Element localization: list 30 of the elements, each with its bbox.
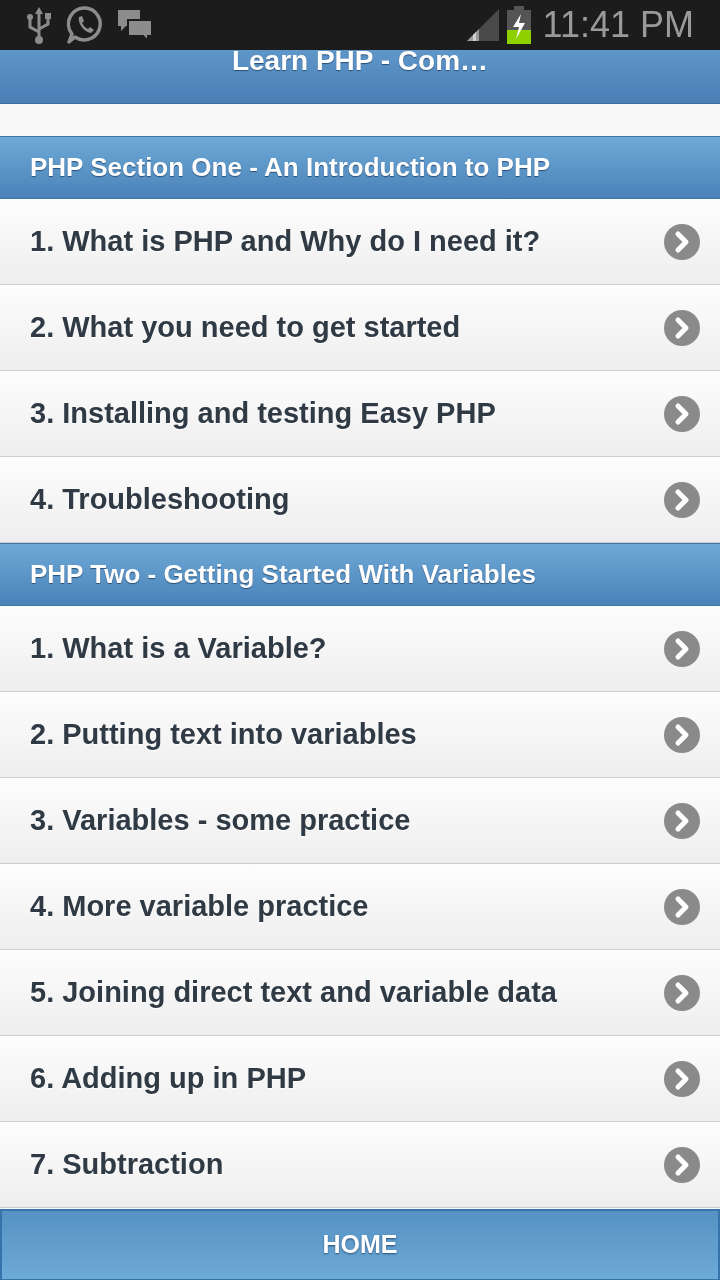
lesson-link[interactable]: 1. What is PHP and Why do I need it? xyxy=(0,199,720,285)
signal-icon xyxy=(466,9,499,41)
lesson-link[interactable]: 4. More variable practice xyxy=(0,864,720,950)
section-title: PHP Two - Getting Started With Variables xyxy=(30,558,536,591)
lesson-link[interactable]: 6. Adding up in PHP xyxy=(0,1036,720,1122)
header-title: Learn PHP - Com… xyxy=(231,50,489,72)
chevron-right-icon xyxy=(664,974,700,1011)
chevron-right-icon xyxy=(664,630,700,667)
chevron-right-icon xyxy=(664,802,700,839)
chevron-right-icon xyxy=(664,1060,700,1097)
chevron-right-icon xyxy=(664,1146,700,1183)
chevron-right-icon xyxy=(664,716,700,753)
section-title: PHP Section One - An Introduction to PHP xyxy=(30,151,550,184)
chevron-right-icon xyxy=(664,481,700,518)
lesson-link[interactable]: 4. Troubleshooting xyxy=(0,457,720,543)
lesson-link[interactable]: 1. What is a Variable? xyxy=(0,606,720,692)
lesson-link[interactable]: 3. Installing and testing Easy PHP xyxy=(0,371,720,457)
usb-icon xyxy=(26,5,52,45)
lesson-link[interactable]: 2. Putting text into variables xyxy=(0,692,720,778)
lesson-link[interactable]: 3. Variables - some practice xyxy=(0,778,720,864)
chevron-right-icon xyxy=(664,888,700,925)
chevron-right-icon xyxy=(664,395,700,432)
chevron-right-icon xyxy=(664,309,700,346)
battery-charging-icon xyxy=(506,6,531,44)
status-time: 11:41 PM xyxy=(542,7,694,43)
lesson-link[interactable]: 7. Subtraction xyxy=(0,1122,720,1208)
chevron-right-icon xyxy=(664,223,700,260)
chat-bubbles-icon xyxy=(116,8,154,42)
lesson-link[interactable]: 5. Joining direct text and variable data xyxy=(0,950,720,1036)
lesson-link[interactable]: 2. What you need to get started xyxy=(0,285,720,371)
